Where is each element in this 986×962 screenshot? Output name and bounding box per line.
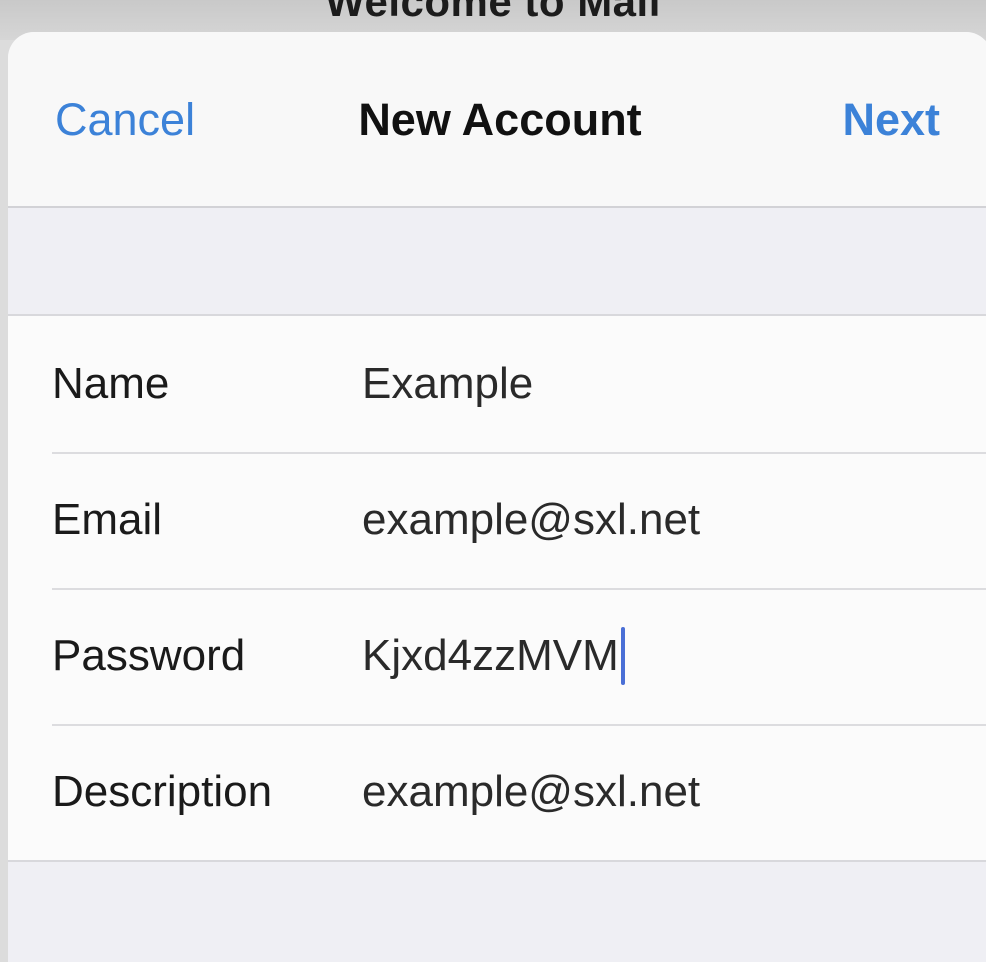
description-value: example@sxl.net <box>362 767 701 816</box>
description-row[interactable]: Description example@sxl.net <box>8 724 986 860</box>
password-value: Kjxd4zzMVM <box>362 631 619 680</box>
email-label: Email <box>52 495 163 544</box>
name-row[interactable]: Name Example <box>8 316 986 452</box>
description-field[interactable]: example@sxl.net <box>362 767 700 817</box>
next-button[interactable]: Next <box>842 94 940 146</box>
account-form: Name Example Email example@sxl.net Passw… <box>8 314 986 862</box>
email-field[interactable]: example@sxl.net <box>362 495 700 545</box>
password-label: Password <box>52 631 246 680</box>
email-value: example@sxl.net <box>362 495 701 544</box>
email-row[interactable]: Email example@sxl.net <box>8 452 986 588</box>
page-title: New Account <box>358 94 642 145</box>
description-label: Description <box>52 767 273 816</box>
background-title: Welcome to Mail <box>325 0 661 25</box>
navigation-bar: Cancel New Account Next <box>8 32 986 208</box>
name-field[interactable]: Example <box>362 359 533 409</box>
new-account-sheet: Cancel New Account Next Name Example Ema… <box>8 32 986 962</box>
name-value: Example <box>362 359 534 408</box>
name-label: Name <box>52 359 170 408</box>
text-cursor <box>620 627 625 685</box>
password-field[interactable]: Kjxd4zzMVM <box>362 627 625 685</box>
password-row[interactable]: Password Kjxd4zzMVM <box>8 588 986 724</box>
